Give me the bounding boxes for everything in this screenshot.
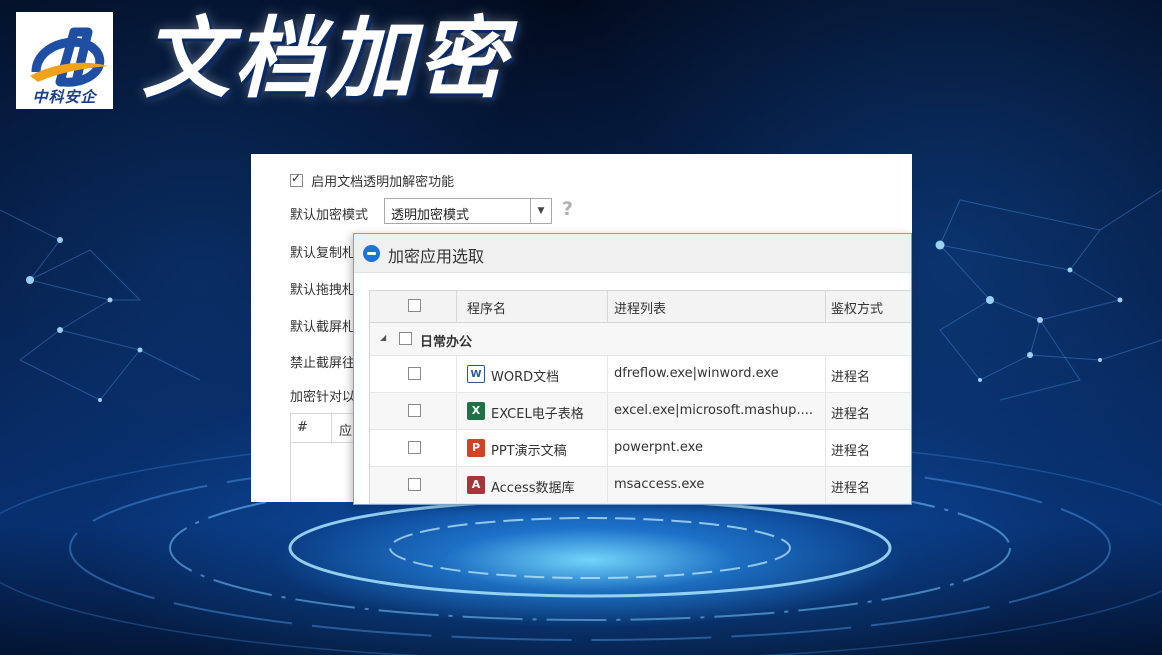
process-list: dfreflow.exe|winword.exe [614,366,779,381]
column-divider [607,430,608,466]
column-divider [825,291,826,322]
enable-encryption-label: 启用文档透明加解密功能 [311,175,455,190]
expand-toggle-icon[interactable]: ◢ [380,333,386,342]
program-name: Access数据库 [491,481,575,496]
target-table-app-header: 应 [339,424,353,439]
column-divider [331,414,332,442]
grid-header: 程序名 进程列表 鉴权方式 [370,290,911,323]
group-checkbox[interactable] [399,332,412,345]
column-divider [456,356,457,392]
program-name: PPT演示文稿 [491,444,567,459]
auth-method: 进程名 [831,444,871,459]
enable-encryption-checkbox[interactable] [290,171,303,187]
target-table-hash-header: # [297,420,308,435]
column-divider [825,356,826,392]
row-checkbox[interactable] [408,478,421,491]
column-divider [456,393,457,429]
auth-method: 进程名 [831,407,871,422]
table-row[interactable]: W WORD文档 dfreflow.exe|winword.exe 进程名 [370,356,911,393]
process-list: powerpnt.exe [614,440,703,455]
column-divider [607,291,608,322]
access-icon: A [467,476,485,494]
column-divider [456,430,457,466]
company-logo: 中科安企 [16,12,113,109]
default-mode-select[interactable]: 透明加密模式 ▼ [384,198,552,224]
table-row[interactable]: A Access数据库 msaccess.exe 进程名 [370,467,911,504]
app-selection-dialog: 加密应用选取 程序名 进程列表 鉴权方式 ◢ 日常办公 W WORD文档 dfr… [353,233,912,505]
table-row[interactable]: P PPT演示文稿 powerpnt.exe 进程名 [370,430,911,467]
program-name: EXCEL电子表格 [491,407,584,422]
word-icon: W [467,365,485,383]
process-list: excel.exe|microsoft.mashup.... [614,403,813,418]
program-name: WORD文档 [491,370,560,385]
auth-method: 进程名 [831,481,871,496]
default-screenshot-label: 默认截屏札 [290,320,356,335]
column-divider [607,356,608,392]
default-drag-label: 默认拖拽札 [290,283,356,298]
app-logo-icon [363,245,380,262]
group-name: 日常办公 [420,335,473,350]
column-divider [825,393,826,429]
auth-method: 进程名 [831,370,871,385]
encryption-target-label: 加密针对以 [290,390,356,405]
banner-title: 文档加密 [142,7,511,110]
powerpoint-icon: P [467,439,485,457]
column-divider [607,393,608,429]
col-auth-method[interactable]: 鉴权方式 [831,298,883,317]
chevron-down-icon[interactable]: ▼ [530,199,551,223]
row-checkbox[interactable] [408,441,421,454]
column-divider [456,291,457,322]
enable-encryption-option[interactable]: 启用文档透明加解密功能 [290,171,454,190]
default-mode-value: 透明加密模式 [391,208,470,223]
default-mode-label: 默认加密模式 [290,208,369,223]
row-checkbox[interactable] [408,367,421,380]
excel-icon: X [467,402,485,420]
column-divider [607,467,608,503]
help-icon[interactable]: ? [562,198,573,220]
row-checkbox[interactable] [408,404,421,417]
default-copy-label: 默认复制札 [290,246,356,261]
col-program-name[interactable]: 程序名 [467,298,506,317]
column-divider [825,467,826,503]
forbid-screenshot-label: 禁止截屏往 [290,356,356,371]
column-divider [825,430,826,466]
column-divider [456,467,457,503]
logo-text: 中科安企 [32,88,97,106]
select-all-checkbox[interactable] [408,299,421,312]
dialog-titlebar[interactable]: 加密应用选取 [354,234,911,273]
process-list: msaccess.exe [614,477,705,492]
dialog-title: 加密应用选取 [388,247,485,266]
group-row[interactable]: ◢ 日常办公 [370,323,911,356]
app-grid: 程序名 进程列表 鉴权方式 ◢ 日常办公 W WORD文档 dfreflow.e… [369,290,911,504]
col-process-list[interactable]: 进程列表 [614,298,666,317]
table-row[interactable]: X EXCEL电子表格 excel.exe|microsoft.mashup..… [370,393,911,430]
